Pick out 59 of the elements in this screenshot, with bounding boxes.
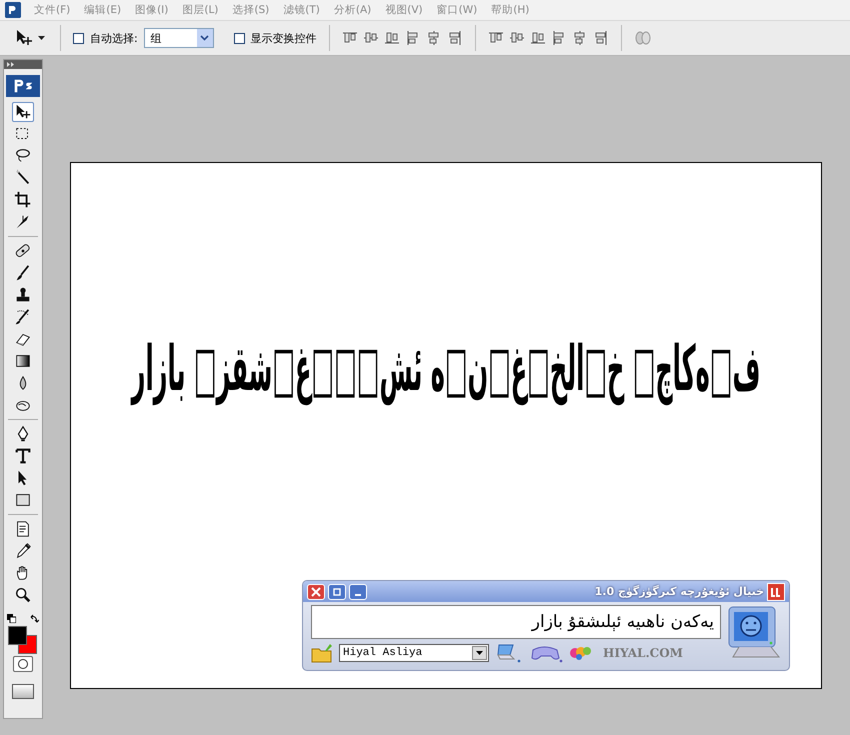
swap-colors-icon[interactable] bbox=[30, 614, 39, 623]
history-icon bbox=[14, 308, 32, 326]
restore-button[interactable] bbox=[328, 584, 346, 600]
canvas-text: ف□ەكاچ□ خ□الخ□غ□ن□ە ئش□□□غ□شقز□ بازار bbox=[132, 333, 760, 406]
input-field[interactable]: يەكەن ناھىيە ئېلىشقۇ بازار bbox=[311, 605, 721, 639]
brand-logo-text: HIYAL.COM bbox=[603, 646, 683, 660]
menu-item[interactable]: 图层(L) bbox=[175, 3, 226, 17]
menu-item[interactable]: 滤镜(T) bbox=[276, 3, 327, 17]
tool-preset-picker[interactable] bbox=[14, 28, 48, 48]
eyedropper-icon bbox=[14, 542, 32, 560]
menu-item[interactable]: 选择(S) bbox=[225, 3, 276, 17]
zoom-icon bbox=[14, 586, 32, 604]
expand-icon[interactable] bbox=[7, 62, 15, 67]
menu-item[interactable]: 编辑(E) bbox=[77, 3, 128, 17]
chevron-down-icon bbox=[200, 35, 210, 41]
menu-item[interactable]: 窗口(W) bbox=[430, 3, 484, 17]
checkbox[interactable] bbox=[73, 32, 84, 44]
notes-icon bbox=[14, 520, 32, 538]
caret-icon bbox=[476, 651, 483, 655]
type-icon bbox=[14, 447, 32, 465]
menu-item[interactable]: 帮助(H) bbox=[484, 3, 536, 17]
crop-icon bbox=[14, 191, 32, 209]
move-icon bbox=[14, 103, 32, 121]
dropdown[interactable]: 组 bbox=[144, 28, 214, 48]
close-button[interactable] bbox=[307, 584, 325, 600]
color-swatches-drawing[interactable] bbox=[8, 626, 37, 654]
window-title: خىيال ئۇيغۇرچە كىرگۈزگۈچ 1.0 bbox=[594, 585, 764, 598]
app-logo-icon bbox=[767, 582, 785, 600]
restore-icon bbox=[333, 588, 341, 596]
folder-icon[interactable] bbox=[311, 643, 333, 663]
align-icon[interactable] bbox=[530, 30, 546, 46]
checkbox-label: 自动选择: bbox=[90, 30, 138, 46]
align-icon[interactable] bbox=[384, 30, 400, 46]
menu-item[interactable]: 视图(V) bbox=[378, 3, 430, 17]
app-logo-icon bbox=[6, 75, 40, 97]
move-tool[interactable] bbox=[12, 102, 34, 122]
menu-item[interactable]: 分析(A) bbox=[326, 3, 378, 17]
wand-icon bbox=[14, 169, 32, 187]
brush-icon bbox=[14, 264, 32, 282]
default-colors-icon[interactable] bbox=[7, 614, 16, 623]
gradient-icon bbox=[14, 352, 32, 370]
font-dropdown[interactable]: Hiyal Asliya bbox=[339, 644, 489, 662]
stamp-icon bbox=[14, 286, 32, 304]
minimize-button[interactable] bbox=[349, 584, 367, 600]
shape-icon bbox=[14, 491, 32, 509]
laptop-icon[interactable] bbox=[495, 642, 523, 664]
checkbox-label: 显示变换控件 bbox=[250, 30, 317, 46]
move-icon bbox=[14, 28, 34, 48]
caret-icon bbox=[38, 36, 45, 40]
align-icon[interactable] bbox=[592, 30, 609, 46]
app-icon bbox=[5, 2, 21, 18]
menu-item[interactable]: 图像(I) bbox=[128, 3, 176, 17]
menu-item[interactable]: 文件(F) bbox=[27, 3, 78, 17]
minimize-icon bbox=[355, 594, 361, 596]
screen-mode-button[interactable] bbox=[12, 684, 34, 699]
quick-mask-button[interactable] bbox=[13, 656, 33, 672]
close-icon bbox=[311, 586, 321, 596]
align-icon[interactable] bbox=[446, 30, 463, 46]
checkbox[interactable] bbox=[234, 32, 245, 44]
